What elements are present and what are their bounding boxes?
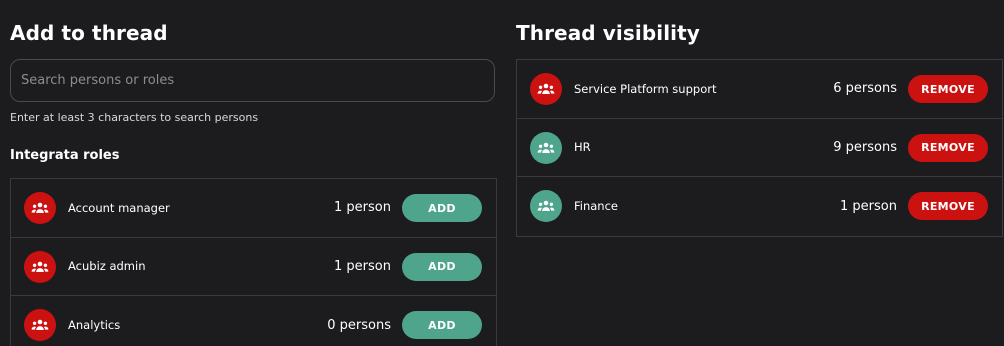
integrata-roles-title: Integrata roles: [10, 148, 120, 163]
group-count: 9 persons: [833, 139, 897, 155]
visibility-list: Service Platform support 6 persons REMOV…: [516, 59, 1003, 237]
group-people-icon: [530, 73, 562, 105]
add-button[interactable]: ADD: [402, 252, 482, 281]
role-row-analytics: Analytics 0 persons ADD: [11, 296, 496, 346]
group-row-service-platform-support: Service Platform support 6 persons REMOV…: [517, 60, 1002, 119]
role-name: Account manager: [68, 200, 170, 215]
remove-button[interactable]: REMOVE: [908, 75, 988, 103]
role-name: Acubiz admin: [68, 259, 146, 274]
group-name: HR: [574, 140, 591, 155]
search-box[interactable]: [10, 59, 495, 102]
role-count: 0 persons: [327, 317, 391, 333]
add-button[interactable]: ADD: [402, 194, 482, 222]
thread-visibility-title: Thread visibility: [516, 21, 700, 45]
group-name: Service Platform support: [574, 81, 717, 96]
role-count: 1 person: [334, 258, 391, 274]
group-people-icon: [24, 250, 56, 283]
group-people-icon: [530, 190, 562, 222]
search-hint: Enter at least 3 characters to search pe…: [10, 111, 259, 124]
group-name: Finance: [574, 199, 618, 214]
role-row-acubiz-admin: Acubiz admin 1 person ADD: [11, 238, 496, 296]
search-input[interactable]: [11, 60, 494, 101]
group-row-finance: Finance 1 person REMOVE: [517, 177, 1002, 236]
remove-button[interactable]: REMOVE: [908, 192, 988, 220]
role-count: 1 person: [334, 200, 391, 216]
group-count: 6 persons: [833, 81, 897, 97]
role-row-account-manager: Account manager 1 person ADD: [11, 179, 496, 238]
group-people-icon: [24, 309, 56, 341]
remove-button[interactable]: REMOVE: [908, 133, 988, 162]
group-people-icon: [530, 131, 562, 164]
role-name: Analytics: [68, 318, 121, 333]
add-button[interactable]: ADD: [402, 311, 482, 339]
page: Add to thread Enter at least 3 character…: [0, 0, 1004, 346]
add-to-thread-title: Add to thread: [10, 21, 168, 45]
group-row-hr: HR 9 persons REMOVE: [517, 119, 1002, 177]
group-people-icon: [24, 192, 56, 224]
roles-list: Account manager 1 person ADD Acubiz admi…: [10, 178, 497, 346]
group-count: 1 person: [840, 198, 897, 214]
